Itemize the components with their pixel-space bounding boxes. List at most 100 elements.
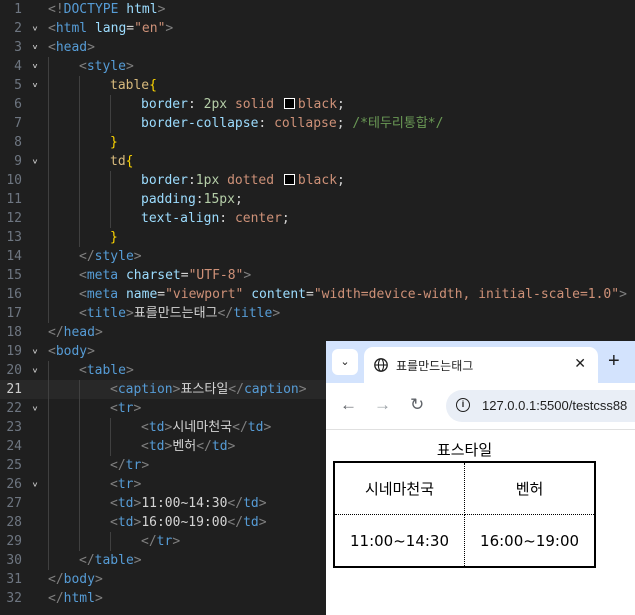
code-line[interactable]: 9 ∨ td{	[0, 152, 635, 171]
code-text: padding:15px;	[141, 190, 243, 209]
code-line[interactable]: 14 </style>	[0, 247, 635, 266]
code-text: border: 2px solid black;	[141, 95, 345, 114]
code-token: </	[227, 515, 244, 530]
code-line[interactable]: 4 ∨ <style>	[0, 57, 635, 76]
new-tab-button[interactable]: +	[608, 350, 620, 372]
fold-chevron-icon[interactable]: ∨	[30, 402, 40, 415]
fold-chevron-icon[interactable]: ∨	[30, 22, 40, 35]
code-line[interactable]: 5 ∨ table{	[0, 76, 635, 95]
close-tab-button[interactable]: ✕	[574, 355, 586, 372]
fold-chevron-icon[interactable]: ∨	[30, 79, 40, 92]
code-token: td	[148, 420, 165, 435]
code-token: 시네마천국	[172, 420, 233, 435]
code-text: <title>표를만드는태그</title>	[79, 304, 280, 323]
tab-title: 표를만드는태그	[396, 359, 474, 373]
code-line[interactable]: 7 border-collapse: collapse; /*테두리통합*/	[0, 114, 635, 133]
fold-chevron-icon[interactable]: ∨	[30, 155, 40, 168]
code-token: =	[157, 287, 166, 302]
code-line[interactable]: 6 border: 2px solid black;	[0, 95, 635, 114]
code-text: </html>	[48, 589, 103, 608]
code-line[interactable]: 11 padding:15px;	[0, 190, 635, 209]
indent-guide	[48, 475, 49, 494]
code-line[interactable]: 18 </head>	[0, 323, 635, 342]
fold-chevron-icon[interactable]: ∨	[30, 60, 40, 73]
indent-guide	[48, 456, 49, 475]
code-token: :	[195, 192, 204, 207]
code-text: }	[110, 228, 118, 247]
code-line[interactable]: 15 <meta charset="UTF-8">	[0, 266, 635, 285]
code-line[interactable]: 1 <!DOCTYPE html>	[0, 0, 635, 19]
code-token: <	[110, 401, 118, 416]
code-text: <tr>	[110, 399, 141, 418]
code-token: html	[63, 591, 95, 606]
fold-chevron-icon[interactable]: ∨	[30, 345, 40, 358]
table-caption: 표스타일	[436, 441, 493, 459]
code-token: >	[258, 496, 267, 511]
color-swatch-icon[interactable]	[283, 98, 295, 109]
code-token: <	[110, 496, 118, 511]
code-token: html	[55, 21, 88, 36]
code-line[interactable]: 16 <meta name="viewport" content="width=d…	[0, 285, 635, 304]
color-swatch-icon[interactable]	[283, 174, 295, 185]
page-content: 표스타일 시네마천국 벤허 11:00~14:30 16:00~19:00	[326, 430, 635, 615]
indent-guide	[79, 171, 80, 190]
indent-guide	[48, 171, 49, 190]
code-line[interactable]: 8}	[0, 133, 635, 152]
code-text: </style>	[79, 247, 142, 266]
fold-chevron-icon[interactable]: ∨	[30, 478, 40, 491]
line-number: 8	[14, 135, 22, 150]
code-line[interactable]: 12 text-align: center;	[0, 209, 635, 228]
code-text: <td>11:00~14:30</td>	[110, 494, 267, 513]
indent-guide	[48, 418, 49, 437]
code-token: </	[232, 420, 248, 435]
code-token: </	[196, 439, 212, 454]
code-token: 1px	[195, 173, 220, 188]
code-token: >	[94, 325, 103, 340]
active-tab[interactable]: 표를만드는태그 ✕	[364, 347, 598, 383]
code-line[interactable]: 10 border:1px dotted black;	[0, 171, 635, 190]
line-number: 5	[14, 78, 22, 93]
line-number: 15	[6, 268, 22, 283]
site-info-icon[interactable]: i	[456, 398, 470, 412]
code-token: body	[55, 344, 88, 359]
forward-button[interactable]: →	[374, 395, 391, 415]
code-token: "UTF-8"	[188, 268, 244, 283]
code-line[interactable]: 2 ∨ <html lang="en">	[0, 19, 635, 38]
code-text: <td>시네마천국</td>	[141, 418, 271, 437]
code-token: </	[48, 325, 64, 340]
back-button[interactable]: ←	[340, 395, 357, 415]
line-number: 16	[6, 287, 22, 302]
code-line[interactable]: 13}	[0, 228, 635, 247]
code-token: title	[86, 306, 126, 321]
code-token: td	[148, 439, 165, 454]
code-token: >	[87, 344, 95, 359]
fold-chevron-icon[interactable]: ∨	[30, 364, 40, 377]
browser-toolbar: ← → ↻ i 127.0.0.1:5500/testcss88	[326, 383, 635, 430]
code-token: ;	[336, 116, 353, 131]
code-text: <meta charset="UTF-8">	[79, 266, 251, 285]
code-text: border:1px dotted black;	[141, 171, 345, 190]
tab-search-button[interactable]: ⌄	[332, 349, 358, 375]
code-token: solid	[234, 97, 275, 112]
code-token: >	[172, 534, 181, 549]
code-token: >	[94, 591, 103, 606]
code-token: <	[110, 477, 118, 492]
indent-guide	[79, 76, 80, 95]
indent-guide	[79, 456, 80, 475]
address-bar[interactable]: i 127.0.0.1:5500/testcss88	[446, 390, 635, 422]
line-number: 24	[6, 439, 22, 454]
code-line[interactable]: 17 <title>표를만드는태그</title>	[0, 304, 635, 323]
indent-guide	[79, 114, 80, 133]
code-text: <meta name="viewport" content="width=dev…	[79, 285, 627, 304]
code-token: =	[126, 21, 135, 36]
reload-button[interactable]: ↻	[410, 395, 424, 415]
code-line[interactable]: 3 ∨ <head>	[0, 38, 635, 57]
line-number: 12	[6, 211, 22, 226]
indent-guide	[48, 133, 49, 152]
code-token: :	[187, 97, 204, 112]
code-token: body	[63, 572, 95, 587]
code-token: dotted	[227, 173, 275, 188]
code-token: >	[133, 249, 142, 264]
line-number: 23	[6, 420, 22, 435]
fold-chevron-icon[interactable]: ∨	[30, 41, 40, 54]
